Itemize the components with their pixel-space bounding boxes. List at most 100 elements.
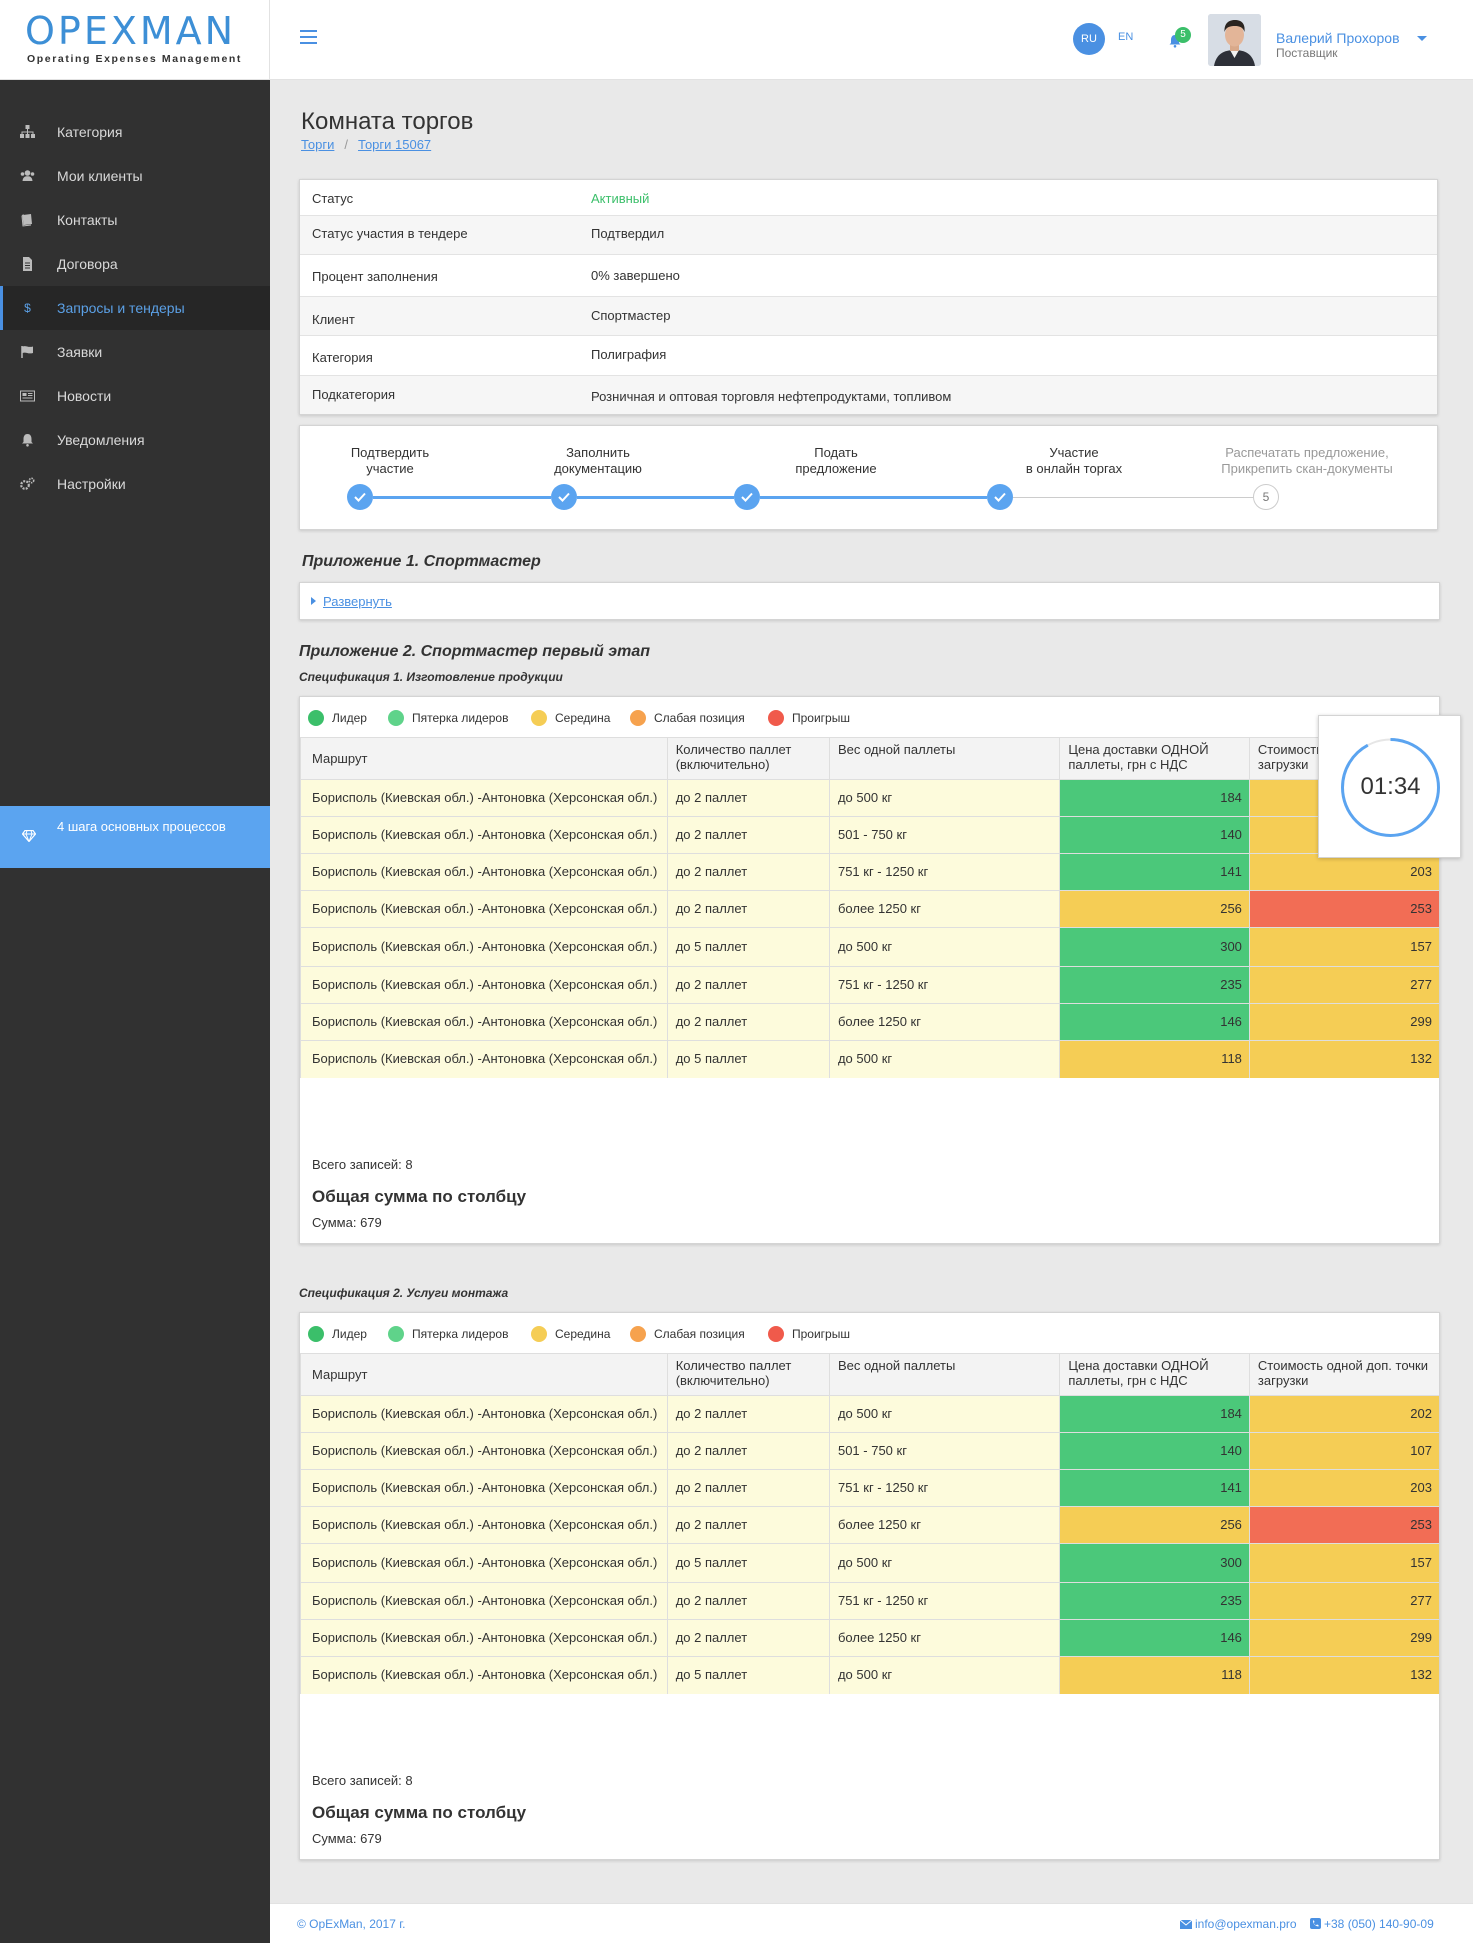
cell-delivery-price[interactable]: 146 bbox=[1059, 1619, 1250, 1657]
cell-delivery-price[interactable]: 235 bbox=[1059, 1582, 1250, 1620]
cell-pallet-qty: до 5 паллет bbox=[666, 1543, 830, 1583]
cell-delivery-price[interactable]: 141 bbox=[1059, 853, 1250, 891]
sidebar-item-news[interactable]: Новости bbox=[0, 374, 270, 418]
sidebar-item-settings[interactable]: Настройки bbox=[0, 462, 270, 506]
cell-delivery-price[interactable]: 140 bbox=[1059, 816, 1250, 854]
cell-extra-point-price[interactable]: 203 bbox=[1248, 853, 1439, 891]
step-4-check-icon[interactable] bbox=[987, 484, 1013, 510]
column-header[interactable]: Маршрут bbox=[300, 737, 668, 780]
cell-extra-point-price[interactable]: 132 bbox=[1248, 1656, 1439, 1694]
sidebar-item-category[interactable]: Категория bbox=[0, 110, 270, 154]
logo-subtitle: Operating Expenses Management bbox=[27, 53, 243, 65]
cell-extra-point-price[interactable]: 157 bbox=[1248, 1543, 1439, 1583]
sidebar-item-orders[interactable]: Заявки bbox=[0, 330, 270, 374]
info-key: Процент заполнения bbox=[312, 269, 438, 284]
cell-extra-point-price[interactable]: 277 bbox=[1248, 966, 1439, 1004]
cell-delivery-price[interactable]: 141 bbox=[1059, 1469, 1250, 1507]
sidebar-item-contracts[interactable]: Договора bbox=[0, 242, 270, 286]
sidebar-item-requests-tenders[interactable]: $ Запросы и тендеры bbox=[0, 286, 270, 330]
cell-delivery-price[interactable]: 300 bbox=[1059, 927, 1250, 967]
cell-route: Борисполь (Киевская обл.) -Антоновка (Хе… bbox=[300, 779, 668, 817]
step-3-check-icon[interactable] bbox=[734, 484, 760, 510]
sidebar-item-label: Мои клиенты bbox=[57, 168, 143, 184]
cell-delivery-price[interactable]: 256 bbox=[1059, 1506, 1250, 1544]
column-header[interactable]: Маршрут bbox=[300, 1353, 668, 1396]
cell-extra-point-price[interactable]: 253 bbox=[1248, 890, 1439, 928]
user-name[interactable]: Валерий Прохоров bbox=[1276, 30, 1400, 46]
cell-extra-point-price[interactable]: 202 bbox=[1248, 1395, 1439, 1433]
footer-phone[interactable]: +38 (050) 140-90-09 bbox=[1310, 1917, 1434, 1931]
step-connector bbox=[1013, 497, 1253, 498]
sidebar-item-label: Категория bbox=[57, 124, 123, 140]
column-header[interactable]: Стоимость одной доп. точки загрузки bbox=[1248, 1353, 1439, 1396]
cell-extra-point-price[interactable]: 107 bbox=[1248, 1432, 1439, 1470]
column-header[interactable]: Цена доставки ОДНОЙ паллеты, грн с НДС bbox=[1059, 737, 1250, 780]
processes-link[interactable]: 4 шага основных процессов bbox=[0, 806, 270, 868]
cell-delivery-price[interactable]: 118 bbox=[1059, 1656, 1250, 1694]
sidebar-item-notifications[interactable]: Уведомления bbox=[0, 418, 270, 462]
avatar[interactable] bbox=[1208, 14, 1261, 66]
cell-delivery-price[interactable]: 140 bbox=[1059, 1432, 1250, 1470]
cell-pallet-qty: до 2 паллет bbox=[666, 1469, 830, 1507]
expand-link[interactable]: Развернуть bbox=[323, 594, 392, 609]
column-header[interactable]: Цена доставки ОДНОЙ паллеты, грн с НДС bbox=[1059, 1353, 1250, 1396]
cell-extra-point-price[interactable]: 203 bbox=[1248, 1469, 1439, 1507]
cell-route: Борисполь (Киевская обл.) -Антоновка (Хе… bbox=[300, 1469, 668, 1507]
diamond-icon bbox=[21, 829, 37, 845]
cell-delivery-price[interactable]: 300 bbox=[1059, 1543, 1250, 1583]
column-header[interactable]: Вес одной паллеты bbox=[828, 737, 1060, 780]
cell-pallet-qty: до 2 паллет bbox=[666, 966, 830, 1004]
step-1-check-icon[interactable] bbox=[347, 484, 373, 510]
legend-dot-icon bbox=[531, 1326, 547, 1342]
info-key: Клиент bbox=[312, 312, 355, 327]
spec-1-title: Спецификация 1. Изготовление продукции bbox=[299, 670, 563, 684]
caret-right-icon[interactable] bbox=[311, 597, 316, 605]
breadcrumb-link-tender-15067[interactable]: Торги 15067 bbox=[358, 137, 431, 152]
legend-label: Середина bbox=[555, 711, 611, 725]
footer: © OpExMan, 2017 г. info@opexman.pro +38 … bbox=[270, 1903, 1473, 1943]
cell-extra-point-price[interactable]: 277 bbox=[1248, 1582, 1439, 1620]
info-value: Полиграфия bbox=[591, 347, 667, 362]
cell-extra-point-price[interactable]: 132 bbox=[1248, 1040, 1439, 1078]
cell-pallet-weight: более 1250 кг bbox=[828, 890, 1060, 928]
flag-icon bbox=[20, 345, 35, 359]
breadcrumb-link-tenders[interactable]: Торги bbox=[301, 137, 334, 152]
process-steps: Подтвердить участие Заполнить документацию… bbox=[299, 425, 1438, 530]
cell-delivery-price[interactable]: 146 bbox=[1059, 1003, 1250, 1041]
user-menu-chevron-down-icon[interactable] bbox=[1417, 36, 1427, 41]
cell-delivery-price[interactable]: 118 bbox=[1059, 1040, 1250, 1078]
cell-delivery-price[interactable]: 256 bbox=[1059, 890, 1250, 928]
step-connector bbox=[577, 496, 734, 499]
sidebar-item-label: Новости bbox=[57, 388, 112, 404]
sidebar-item-contacts[interactable]: Контакты bbox=[0, 198, 270, 242]
step-5-number[interactable]: 5 bbox=[1253, 484, 1279, 510]
cell-pallet-qty: до 5 паллет bbox=[666, 1040, 830, 1078]
footer-email[interactable]: info@opexman.pro bbox=[1179, 1917, 1297, 1931]
tender-info-table: Статус Активный Статус участия в тендере… bbox=[299, 179, 1438, 415]
cell-extra-point-price[interactable]: 299 bbox=[1248, 1003, 1439, 1041]
cell-extra-point-price[interactable]: 253 bbox=[1248, 1506, 1439, 1544]
cell-pallet-qty: до 2 паллет bbox=[666, 1506, 830, 1544]
hamburger-menu-icon[interactable] bbox=[300, 30, 317, 44]
sidebar-item-my-clients[interactable]: Мои клиенты bbox=[0, 154, 270, 198]
dollar-icon: $ bbox=[24, 301, 31, 315]
lang-ru-button[interactable]: RU bbox=[1073, 23, 1105, 55]
cell-route: Борисполь (Киевская обл.) -Антоновка (Хе… bbox=[300, 1656, 668, 1694]
logo[interactable]: OPEXMAN Operating Expenses Management bbox=[0, 0, 270, 80]
step-2-check-icon[interactable] bbox=[551, 484, 577, 510]
cell-delivery-price[interactable]: 184 bbox=[1059, 779, 1250, 817]
cell-delivery-price[interactable]: 235 bbox=[1059, 966, 1250, 1004]
table-row: Борисполь (Киевская обл.) -Антоновка (Хе… bbox=[300, 816, 1439, 854]
column-header[interactable]: Вес одной паллеты bbox=[828, 1353, 1060, 1396]
sitemap-icon bbox=[20, 125, 35, 139]
table-summary: Всего записей: 8 Общая сумма по столбцу Су… bbox=[312, 1773, 526, 1846]
cell-delivery-price[interactable]: 184 bbox=[1059, 1395, 1250, 1433]
notification-count-badge: 5 bbox=[1175, 27, 1191, 43]
legend-item: Середина bbox=[531, 710, 610, 726]
cell-route: Борисполь (Киевская обл.) -Антоновка (Хе… bbox=[300, 1582, 668, 1620]
column-header[interactable]: Количество паллет (включительно) bbox=[666, 1353, 830, 1396]
cell-extra-point-price[interactable]: 299 bbox=[1248, 1619, 1439, 1657]
lang-en-button[interactable]: EN bbox=[1118, 31, 1133, 43]
cell-extra-point-price[interactable]: 157 bbox=[1248, 927, 1439, 967]
column-header[interactable]: Количество паллет (включительно) bbox=[666, 737, 830, 780]
